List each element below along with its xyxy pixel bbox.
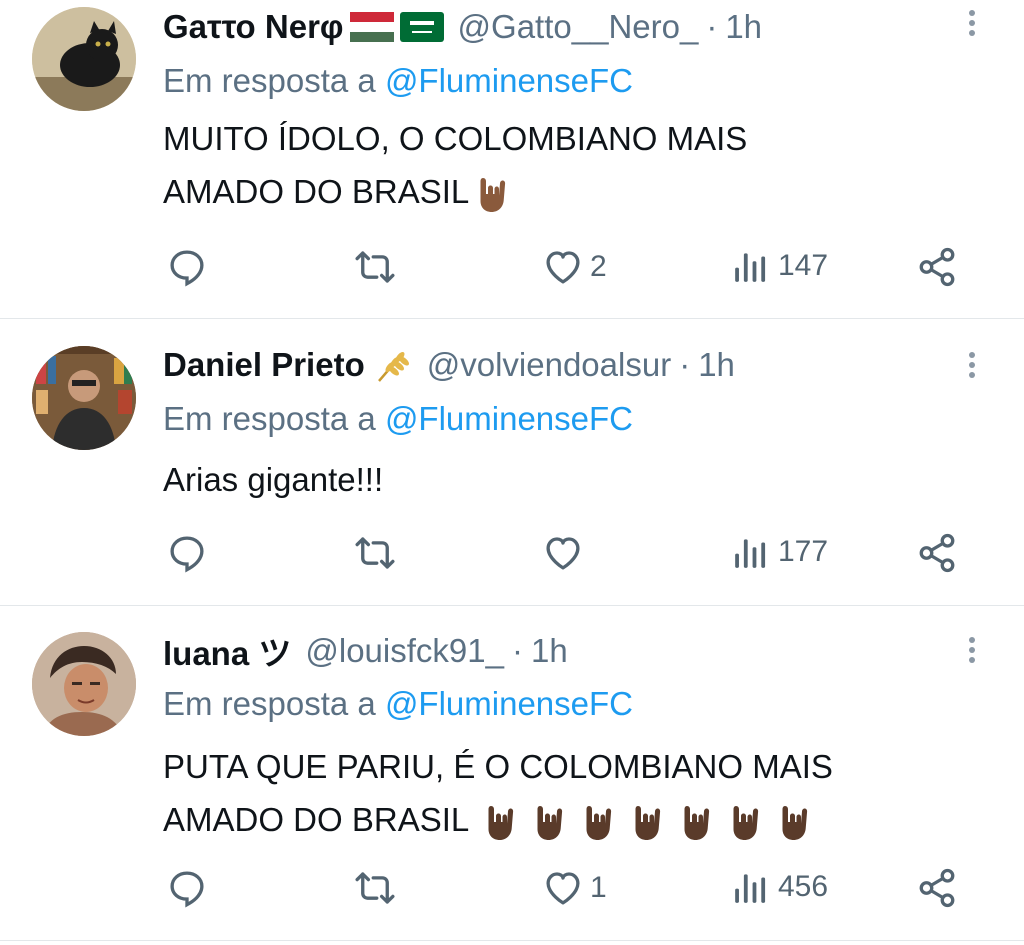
action-bar: 1 456 (0, 865, 1024, 915)
reply-prefix: Em resposta a (163, 400, 376, 437)
reply-button[interactable] (166, 532, 208, 574)
like-button[interactable]: 1 (542, 867, 607, 909)
reply-context: Em resposta a @FluminenseFC (163, 685, 633, 723)
separator-dot: · (706, 8, 718, 45)
separator-dot: · (679, 346, 691, 383)
retweet-icon (354, 246, 396, 288)
tweet-text: MUITO ÍDOLO, O COLOMBIANO MAIS AMADO DO … (163, 112, 747, 218)
sign-of-horns-icon (581, 802, 617, 842)
hungary-flag-icon (349, 12, 394, 42)
sign-of-horns-icon (483, 802, 519, 842)
share-icon (916, 246, 958, 288)
action-bar: 177 (0, 530, 1024, 580)
reply-tweet[interactable]: luana ツ @louisfck91_ · 1h Em resposta a … (0, 605, 1024, 941)
reply-button[interactable] (166, 867, 208, 909)
retweet-button[interactable] (354, 867, 396, 909)
more-options-icon[interactable] (962, 6, 982, 46)
heart-icon (542, 867, 584, 909)
view-count: 456 (778, 870, 829, 903)
sign-of-horns-icon (777, 802, 813, 842)
views-icon (732, 532, 770, 572)
sign-of-horns-icon (475, 174, 511, 214)
reply-tweet[interactable]: Daniel Prieto @volviendoalsur · 1h Em re… (0, 318, 1024, 606)
avatar[interactable] (32, 7, 136, 111)
action-bar: 2 147 (0, 243, 1024, 293)
reply-prefix: Em resposta a (163, 685, 376, 722)
timestamp[interactable]: 1h (698, 346, 735, 384)
like-button[interactable]: 2 (542, 246, 607, 288)
reply-context: Em resposta a @FluminenseFC (163, 400, 633, 438)
display-name[interactable]: luana ツ (163, 627, 291, 675)
sign-of-horns-icon (532, 802, 568, 842)
wheat-icon (377, 352, 409, 382)
views-button[interactable]: 456 (732, 867, 828, 907)
tweet-text-line-with-emoji: AMADO DO BRASIL (163, 165, 747, 218)
avatar[interactable] (32, 346, 136, 450)
retweet-button[interactable] (354, 246, 396, 288)
saudi-arabia-flag-icon (399, 12, 444, 42)
views-icon (732, 246, 770, 286)
tweet-header: Daniel Prieto @volviendoalsur · 1h (163, 343, 735, 387)
retweet-icon (354, 867, 396, 909)
reply-context: Em resposta a @FluminenseFC (163, 62, 633, 100)
user-handle[interactable]: @volviendoalsur (427, 346, 671, 384)
retweet-icon (354, 532, 396, 574)
display-name[interactable]: Gaττο Nerφ (163, 8, 344, 46)
sign-of-horns-icon (679, 802, 715, 842)
heart-icon (542, 246, 584, 288)
views-button[interactable]: 177 (732, 532, 828, 572)
user-handle[interactable]: @Gatto__Nero_ (458, 8, 699, 46)
reply-icon (166, 246, 208, 288)
reply-prefix: Em resposta a (163, 62, 376, 99)
view-count: 147 (778, 249, 829, 282)
like-button[interactable] (542, 532, 590, 574)
view-count: 177 (778, 535, 829, 568)
reply-tweet[interactable]: Gaττο Nerφ @Gatto__Nero_ · 1h Em respost… (0, 0, 1024, 319)
tweet-text-line-with-emoji: AMADO DO BRASIL (163, 793, 833, 846)
reply-to-link[interactable]: @FluminenseFC (385, 62, 633, 99)
display-name[interactable]: Daniel Prieto (163, 346, 365, 384)
reply-to-link[interactable]: @FluminenseFC (385, 685, 633, 722)
separator-dot: · (511, 632, 523, 669)
timestamp[interactable]: 1h (725, 8, 762, 46)
share-button[interactable] (916, 867, 958, 909)
reply-button[interactable] (166, 246, 208, 288)
sign-of-horns-icon (728, 802, 764, 842)
tweet-header: Gaττο Nerφ @Gatto__Nero_ · 1h (163, 5, 762, 49)
share-button[interactable] (916, 246, 958, 288)
tweet-text-line: PUTA QUE PARIU, É O COLOMBIANO MAIS (163, 748, 833, 785)
avatar[interactable] (32, 632, 136, 736)
more-options-icon[interactable] (962, 633, 982, 673)
like-count: 2 (590, 250, 607, 283)
share-icon (916, 532, 958, 574)
heart-icon (542, 532, 584, 574)
share-icon (916, 867, 958, 909)
user-handle[interactable]: @louisfck91_ (305, 632, 504, 670)
reply-icon (166, 867, 208, 909)
views-icon (732, 867, 770, 907)
views-button[interactable]: 147 (732, 246, 828, 286)
reply-to-link[interactable]: @FluminenseFC (385, 400, 633, 437)
tweet-text-line: Arias gigante!!! (163, 461, 384, 498)
tweet-text-line: MUITO ÍDOLO, O COLOMBIANO MAIS (163, 120, 748, 157)
more-options-icon[interactable] (962, 348, 982, 388)
tweet-text: Arias gigante!!! (163, 453, 383, 506)
tweet-header: luana ツ @louisfck91_ · 1h (163, 629, 568, 673)
sign-of-horns-icon (630, 802, 666, 842)
like-count: 1 (590, 871, 607, 904)
retweet-button[interactable] (354, 532, 396, 574)
tweet-text: PUTA QUE PARIU, É O COLOMBIANO MAIS AMAD… (163, 740, 833, 846)
timestamp[interactable]: 1h (531, 632, 568, 670)
reply-icon (166, 532, 208, 574)
share-button[interactable] (916, 532, 958, 574)
